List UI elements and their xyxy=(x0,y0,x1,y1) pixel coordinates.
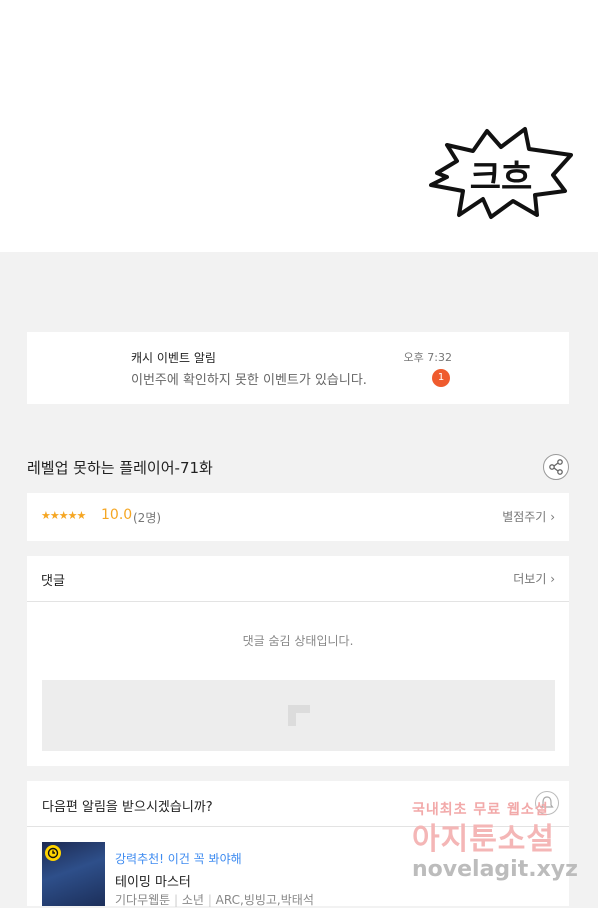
notice-title: 캐시 이벤트 알림 xyxy=(131,351,216,365)
comments-header: 댓글 더보기 › xyxy=(27,556,569,602)
rate-button[interactable]: 별점주기 › xyxy=(502,508,555,525)
star-rating-icons: ★★★★★ xyxy=(41,509,86,522)
watermark-line2: 아지툰소설 xyxy=(412,822,555,857)
watermark: 국내최초 무료 웹소설 아지툰소설 novelagit.xyz xyxy=(412,799,582,906)
chevron-right-icon: › xyxy=(550,510,555,524)
recommended-title[interactable]: 테이밍 마스터 xyxy=(115,871,191,890)
share-button[interactable] xyxy=(543,454,569,480)
meta-authors: ARC,빙빙고,박태석 xyxy=(215,893,314,907)
meta-genre: 소년 xyxy=(181,893,204,907)
recommended-meta: 기다무웹툰 | 소년 | ARC,빙빙고,박태석 xyxy=(115,893,314,907)
episode-title: 레벨업 못하는 플레이어-71화 xyxy=(27,459,213,477)
comments-section: 댓글 더보기 › 댓글 숨김 상태입니다. xyxy=(27,556,569,766)
rating-bar: ★★★★★ 10.0 (2명) 별점주기 › xyxy=(27,493,569,541)
clock-icon xyxy=(45,845,61,861)
comments-title: 댓글 xyxy=(41,574,65,589)
sound-effect-text: 크흐 xyxy=(470,158,533,198)
share-icon xyxy=(549,459,563,475)
meta-category: 기다무웹툰 xyxy=(115,893,171,907)
recommend-label: 강력추천! 이건 꼭 봐야해 xyxy=(115,852,242,866)
notice-body: 이번주에 확인하지 못한 이벤트가 있습니다. xyxy=(131,373,367,388)
comments-more-label: 더보기 xyxy=(513,572,547,586)
watermark-line3: novelagit.xyz xyxy=(412,857,578,882)
rate-button-label: 별점주기 xyxy=(502,510,547,524)
comments-hidden-message: 댓글 숨김 상태입니다. xyxy=(242,634,354,648)
rating-count: (2명) xyxy=(133,511,162,525)
comic-panel: 크흐 xyxy=(0,0,598,252)
cash-event-notice[interactable]: 캐시 이벤트 알림 이번주에 확인하지 못한 이벤트가 있습니다. 오후 7:3… xyxy=(27,332,569,404)
rating-score: 10.0 xyxy=(101,507,133,523)
notice-time: 오후 7:32 xyxy=(403,351,452,364)
next-alert-title: 다음편 알림을 받으시겠습니까? xyxy=(42,800,213,815)
sound-effect-burst: 크흐 xyxy=(429,127,573,219)
ad-placeholder-icon xyxy=(288,705,310,726)
ad-placeholder[interactable] xyxy=(42,680,555,751)
recommended-thumbnail[interactable] xyxy=(42,842,105,906)
notice-count-badge: 1 xyxy=(432,369,450,387)
chevron-right-icon: › xyxy=(550,572,555,586)
comments-more-button[interactable]: 더보기 › xyxy=(513,570,555,587)
